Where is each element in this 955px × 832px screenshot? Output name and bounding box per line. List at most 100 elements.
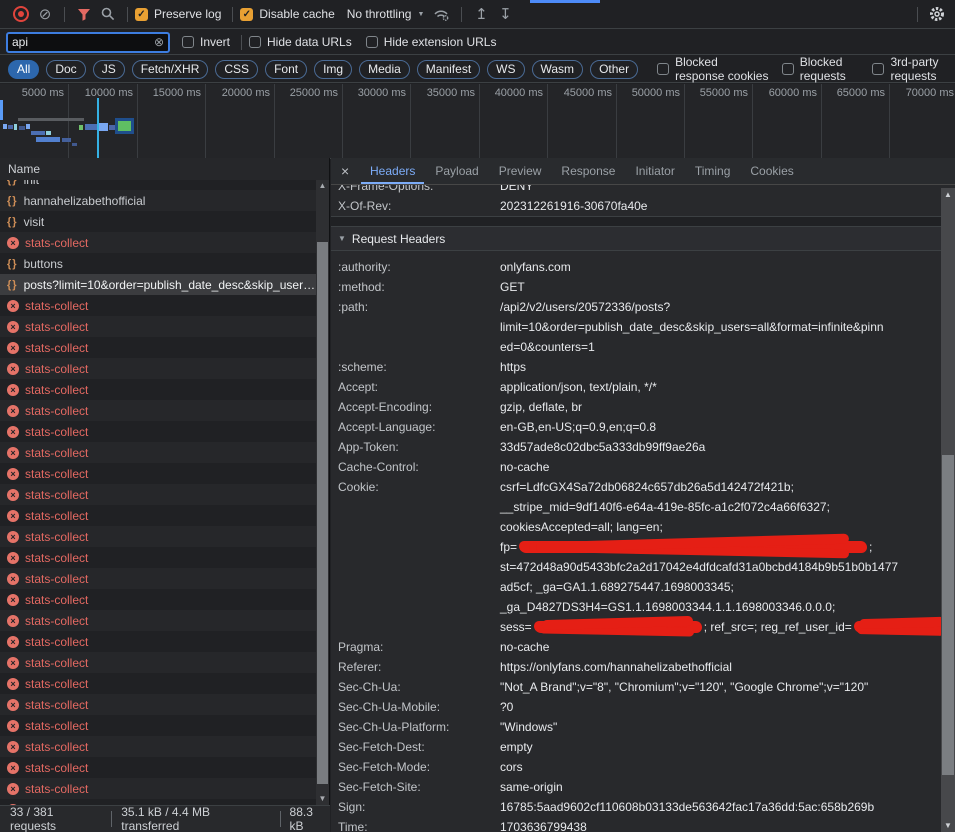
hide-extension-urls-checkbox[interactable] [366, 36, 378, 48]
request-row[interactable]: ×stats-collect [0, 400, 316, 421]
request-row[interactable]: ×stats-collect [0, 589, 316, 610]
header-value-line: st=472d48a90d5433bfc2a2d17042e4dfdcafd31… [500, 557, 941, 577]
blocked-response-cookies-label: Blocked response cookies [675, 55, 770, 83]
network-overview-timeline[interactable]: 5000 ms10000 ms15000 ms20000 ms25000 ms3… [0, 84, 955, 159]
search-icon [101, 7, 115, 21]
failed-request-icon: × [7, 762, 19, 774]
timeline-tick-label: 60000 ms [769, 87, 817, 99]
request-row[interactable]: ×stats-collect [0, 337, 316, 358]
type-pill-manifest[interactable]: Manifest [417, 60, 480, 79]
scroll-down-icon[interactable]: ▼ [316, 793, 329, 805]
filter-input[interactable] [12, 35, 132, 49]
preserve-log-checkbox[interactable]: ✓ [135, 8, 148, 21]
tab-response[interactable]: Response [552, 158, 624, 184]
redaction-scribble [519, 541, 867, 553]
request-row[interactable]: {}posts?limit=10&order=publish_date_desc… [0, 274, 316, 295]
type-pill-fetch-xhr[interactable]: Fetch/XHR [132, 60, 209, 79]
tab-headers[interactable]: Headers [361, 158, 424, 184]
requests-scrollbar-thumb[interactable] [317, 242, 328, 784]
export-har-button[interactable]: ↧ [493, 2, 517, 26]
record-button[interactable] [9, 2, 33, 26]
request-row[interactable]: ×stats-collect [0, 631, 316, 652]
request-row[interactable]: ×stats-collect [0, 421, 316, 442]
type-pill-other[interactable]: Other [590, 60, 638, 79]
request-row[interactable]: ×stats-collect [0, 652, 316, 673]
request-row[interactable]: ×stats-collect [0, 673, 316, 694]
throttling-select[interactable]: No throttling [347, 7, 412, 21]
request-row[interactable]: ×stats-collect [0, 295, 316, 316]
scroll-up-icon[interactable]: ▲ [941, 188, 955, 201]
json-file-icon: {} [7, 195, 18, 207]
scroll-down-icon[interactable]: ▼ [941, 819, 955, 832]
blocked-response-cookies-checkbox[interactable] [657, 63, 669, 75]
filter-input-box[interactable]: ⊗ [6, 32, 170, 53]
request-row[interactable]: ×stats-collect [0, 778, 316, 799]
request-row[interactable]: ×stats-collect [0, 358, 316, 379]
request-row[interactable]: ×stats-collect [0, 505, 316, 526]
request-row[interactable]: ×stats-collect [0, 442, 316, 463]
search-button[interactable] [96, 2, 120, 26]
tab-cookies[interactable]: Cookies [741, 158, 802, 184]
header-value: gzip, deflate, br [500, 397, 582, 417]
tab-timing[interactable]: Timing [686, 158, 740, 184]
header-name: Cache-Control: [338, 457, 500, 477]
clear-filter-icon[interactable]: ⊗ [154, 36, 164, 48]
tab-preview[interactable]: Preview [490, 158, 551, 184]
request-row[interactable]: ×stats-collect [0, 610, 316, 631]
timeline-gridline [616, 84, 617, 158]
request-row[interactable]: ×stats-collect [0, 526, 316, 547]
import-har-button[interactable]: ↥ [469, 2, 493, 26]
request-row[interactable]: ×stats-collect [0, 232, 316, 253]
request-headers-section[interactable]: ▼ Request Headers [331, 226, 941, 251]
invert-checkbox[interactable] [182, 36, 194, 48]
request-row[interactable]: {}buttons [0, 253, 316, 274]
request-row[interactable]: ×stats-collect [0, 547, 316, 568]
type-pill-wasm[interactable]: Wasm [532, 60, 584, 79]
request-name: stats-collect [25, 635, 88, 649]
third-party-requests-checkbox[interactable] [872, 63, 884, 75]
name-column-header[interactable]: Name [0, 158, 329, 181]
blocked-requests-checkbox[interactable] [782, 63, 794, 75]
request-row[interactable]: {}hannahelizabethofficial [0, 190, 316, 211]
request-row[interactable]: ×stats-collect [0, 568, 316, 589]
type-pill-font[interactable]: Font [265, 60, 307, 79]
filter-toggle-button[interactable] [72, 2, 96, 26]
tab-initiator[interactable]: Initiator [626, 158, 683, 184]
details-scrollbar-thumb[interactable] [942, 455, 954, 775]
request-row[interactable]: {}init [0, 180, 316, 190]
request-row[interactable]: {}visit [0, 211, 316, 232]
type-pill-img[interactable]: Img [314, 60, 352, 79]
request-row[interactable]: ×stats-collect [0, 757, 316, 778]
request-row[interactable]: ×stats-collect [0, 484, 316, 505]
request-row[interactable]: ×stats-collect [0, 694, 316, 715]
settings-button[interactable] [925, 2, 949, 26]
toolbar-divider [461, 7, 462, 22]
request-row[interactable]: ×stats-collect [0, 715, 316, 736]
hide-data-urls-checkbox[interactable] [249, 36, 261, 48]
type-pill-media[interactable]: Media [359, 60, 410, 79]
type-pill-css[interactable]: CSS [215, 60, 258, 79]
type-pill-js[interactable]: JS [93, 60, 125, 79]
timeline-gridline [342, 84, 343, 158]
clear-button[interactable]: ⊘ [33, 2, 57, 26]
network-conditions-button[interactable] [430, 2, 454, 26]
request-row[interactable]: ×stats-collect [0, 463, 316, 484]
type-pill-doc[interactable]: Doc [46, 60, 85, 79]
waterfall-bar [31, 131, 45, 135]
request-row[interactable]: ×stats-collect [0, 316, 316, 337]
header-value: onlyfans.com [500, 257, 571, 277]
type-pill-ws[interactable]: WS [487, 60, 524, 79]
type-pill-all[interactable]: All [8, 60, 39, 79]
request-row[interactable]: ×stats-collect [0, 379, 316, 400]
disable-cache-checkbox[interactable]: ✓ [240, 8, 253, 21]
close-icon[interactable]: × [341, 163, 361, 179]
request-row[interactable]: ×stats-collect [0, 736, 316, 757]
scroll-up-icon[interactable]: ▲ [316, 180, 329, 192]
header-value: "Not_A Brand";v="8", "Chromium";v="120",… [500, 677, 868, 697]
requests-scrollbar[interactable]: ▲ ▼ [316, 180, 329, 805]
header-row: Accept-Language:en-GB,en-US;q=0.9,en;q=0… [331, 417, 941, 437]
tab-payload[interactable]: Payload [426, 158, 487, 184]
failed-request-icon: × [7, 237, 19, 249]
preserve-log-label: Preserve log [154, 7, 221, 21]
details-scrollbar[interactable]: ▲ ▼ [941, 188, 955, 832]
